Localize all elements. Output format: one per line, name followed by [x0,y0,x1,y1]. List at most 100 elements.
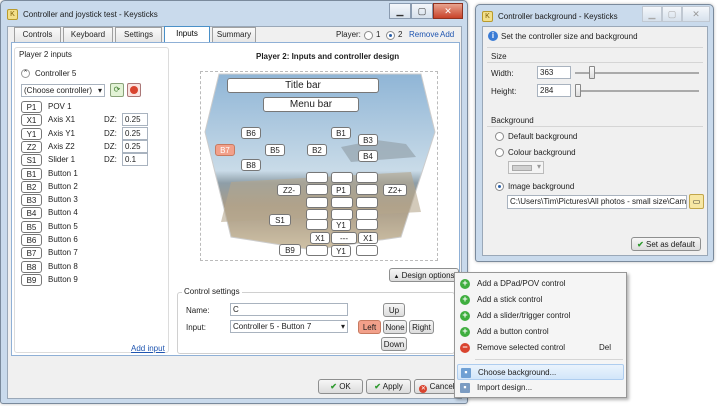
remove-player-link[interactable]: Remove [409,30,439,39]
collapse-icon[interactable]: ⌃ [21,69,30,78]
design-control-box[interactable]: B2 [307,144,327,156]
design-control-box[interactable]: B7 [215,144,235,156]
design-control-box[interactable]: Z2- [277,184,301,196]
title-bar-box[interactable]: Title bar [227,78,379,93]
menu-bar-box[interactable]: Menu bar [263,97,359,112]
input-row[interactable]: B8 Button 8 [21,260,166,273]
deadzone-input[interactable]: 0.1 [122,153,148,167]
colour-picker[interactable]: ▾ [508,161,544,174]
design-control-box[interactable]: S1 [269,214,291,226]
menu-choose-background[interactable]: ▪ Choose background... [457,364,624,380]
design-empty-cell[interactable] [356,219,378,230]
input-row[interactable]: B4 Button 4 [21,207,166,220]
height-slider[interactable] [575,84,699,97]
maximize-button[interactable]: ▢ [411,3,433,19]
design-control-box[interactable]: --- [331,232,357,244]
right-button[interactable]: Right [409,320,434,334]
name-input[interactable]: C [230,303,348,316]
design-empty-cell[interactable] [306,172,328,183]
down-button[interactable]: Down [381,337,407,351]
tab-keyboard[interactable]: Keyboard [63,27,113,42]
design-control-box[interactable]: X1 [358,232,378,244]
design-empty-cell[interactable] [306,184,328,195]
input-row[interactable]: P1 POV 1 [21,101,166,113]
design-empty-cell[interactable] [306,219,328,230]
input-row[interactable]: B5 Button 5 [21,220,166,233]
player-2-radio[interactable] [386,31,395,40]
default-background-radio[interactable] [495,132,504,141]
input-row[interactable]: B9 Button 9 [21,273,166,286]
design-empty-cell[interactable] [356,245,378,256]
colour-background-radio[interactable] [495,148,504,157]
player-1-radio[interactable] [364,31,373,40]
design-empty-cell[interactable] [356,172,378,183]
deadzone-input[interactable]: 0.25 [122,126,148,140]
design-control-box[interactable]: Y1 [331,245,351,257]
input-row[interactable]: Z2 Axis Z2 DZ: 0.25 [21,139,166,153]
menu-add-button[interactable]: + Add a button control [457,324,624,340]
design-control-box[interactable]: B6 [241,127,261,139]
menu-import-design[interactable]: ▪ Import design... [457,380,624,396]
input-row[interactable]: B3 Button 3 [21,194,166,207]
tab-inputs[interactable]: Inputs [164,26,210,42]
none-button[interactable]: None [383,320,407,334]
input-row[interactable]: B6 Button 6 [21,234,166,246]
design-control-box[interactable]: P1 [331,184,351,196]
width-slider[interactable] [575,66,699,79]
design-control-box[interactable]: B8 [241,159,261,171]
tab-settings[interactable]: Settings [115,27,162,42]
design-options-button[interactable]: ▲ Design options [389,268,459,282]
input-row[interactable]: X1 Axis X1 DZ: 0.25 [21,113,166,127]
menu-remove-control[interactable]: − Remove selected control Del [457,340,624,356]
menu-add-stick[interactable]: + Add a stick control [457,292,624,308]
design-control-box[interactable]: B4 [358,150,378,162]
set-as-default-button[interactable]: ✔ Set as default [631,237,701,251]
add-player-link[interactable]: Add [440,30,454,39]
input-row[interactable]: Y1 Axis Y1 DZ: 0.25 [21,126,166,140]
minimize-button[interactable]: ▁ [389,3,411,19]
design-empty-cell[interactable] [356,184,378,195]
menu-add-dpad[interactable]: + Add a DPad/POV control [457,276,624,292]
design-control-box[interactable]: B5 [265,144,285,156]
image-path-input[interactable]: C:\Users\Tim\Pictures\All photos - small… [507,195,687,209]
design-control-box[interactable]: B3 [358,134,378,146]
close-button[interactable]: ✕ [433,3,463,19]
width-slider-thumb[interactable] [589,66,596,79]
design-control-box[interactable]: X1 [310,232,330,244]
input-row[interactable]: B7 Button 7 [21,247,166,260]
input-select[interactable]: Controller 5 - Button 7 ▾ [230,320,348,333]
left-button[interactable]: Left [358,320,381,334]
width-input[interactable]: 363 [537,66,571,79]
design-empty-cell[interactable] [306,245,328,256]
controller-select[interactable]: (Choose controller) ▾ [21,84,105,97]
design-control-box[interactable]: Z2+ [383,184,407,196]
remove-controller-icon[interactable] [127,83,141,97]
close-button[interactable]: ✕ [682,6,710,22]
tab-summary[interactable]: Summary [212,27,256,42]
image-background-radio[interactable] [495,182,504,191]
up-button[interactable]: Up [383,303,405,317]
design-empty-cell[interactable] [306,197,328,208]
height-slider-thumb[interactable] [575,84,581,97]
browse-folder-icon[interactable]: ▭ [689,194,704,209]
deadzone-input[interactable]: 0.25 [122,139,148,153]
ok-button[interactable]: ✔ OK [318,379,363,394]
design-empty-cell[interactable] [331,209,353,220]
minimize-button[interactable]: ▁ [642,6,662,22]
design-control-box[interactable]: B9 [279,244,301,256]
design-empty-cell[interactable] [356,197,378,208]
design-empty-cell[interactable] [331,197,353,208]
design-control-box[interactable]: Y1 [331,219,351,231]
tab-controls[interactable]: Controls [14,27,61,42]
height-input[interactable]: 284 [537,84,571,97]
apply-button[interactable]: ✔ Apply [366,379,411,394]
input-row[interactable]: B1 Button 1 [21,167,166,180]
design-empty-cell[interactable] [331,172,353,183]
design-canvas[interactable]: Title bar Menu bar B6 B1 B3 B7 B5 B2 B4 B8 Z2- P1… [200,71,438,261]
maximize-button[interactable]: ▢ [662,6,682,22]
menu-add-slider[interactable]: + Add a slider/trigger control [457,308,624,324]
input-row[interactable]: B2 Button 2 [21,180,166,193]
refresh-icon[interactable]: ⟳ [110,83,124,97]
input-row[interactable]: S1 Slider 1 DZ: 0.1 [21,153,166,167]
deadzone-input[interactable]: 0.25 [122,113,148,127]
